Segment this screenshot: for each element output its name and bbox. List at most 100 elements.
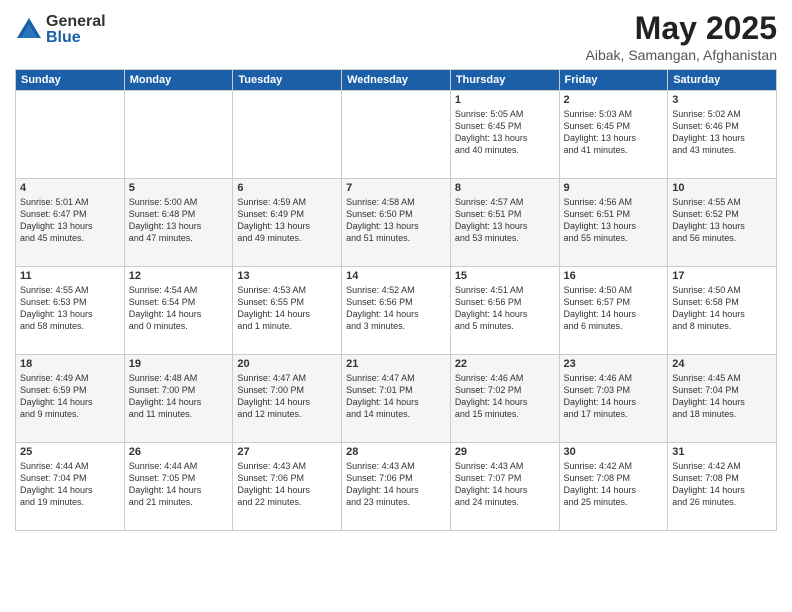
day-cell: 12 Sunrise: 4:54 AM Sunset: 6:54 PM Dayli… [124,267,233,355]
logo-text: General Blue [46,14,106,46]
day-number: 7 [346,182,446,194]
day-number: 15 [455,270,555,282]
day-info: Sunrise: 5:03 AM Sunset: 6:45 PM Dayligh… [564,108,664,157]
day-number: 2 [564,94,664,106]
day-number: 3 [672,94,772,106]
day-info: Sunrise: 4:43 AM Sunset: 7:06 PM Dayligh… [237,460,337,509]
day-number: 29 [455,446,555,458]
weekday-header-thursday: Thursday [450,70,559,91]
day-info: Sunrise: 5:02 AM Sunset: 6:46 PM Dayligh… [672,108,772,157]
month-title: May 2025 [586,10,777,47]
day-info: Sunrise: 4:44 AM Sunset: 7:05 PM Dayligh… [129,460,229,509]
logo-icon [15,16,43,44]
day-info: Sunrise: 4:54 AM Sunset: 6:54 PM Dayligh… [129,284,229,333]
day-number: 10 [672,182,772,194]
day-number: 9 [564,182,664,194]
day-cell [124,91,233,179]
week-row-5: 25 Sunrise: 4:44 AM Sunset: 7:04 PM Dayli… [16,443,777,531]
day-number: 6 [237,182,337,194]
day-cell: 20 Sunrise: 4:47 AM Sunset: 7:00 PM Dayli… [233,355,342,443]
day-info: Sunrise: 4:53 AM Sunset: 6:55 PM Dayligh… [237,284,337,333]
day-info: Sunrise: 4:42 AM Sunset: 7:08 PM Dayligh… [564,460,664,509]
day-cell: 3 Sunrise: 5:02 AM Sunset: 6:46 PM Daylig… [668,91,777,179]
weekday-header-monday: Monday [124,70,233,91]
day-cell: 7Sunrise: 4:58 AM Sunset: 6:50 PM Daylig… [342,179,451,267]
day-number: 19 [129,358,229,370]
day-cell: 1 Sunrise: 5:05 AM Sunset: 6:45 PM Daylig… [450,91,559,179]
day-info: Sunrise: 4:50 AM Sunset: 6:57 PM Dayligh… [564,284,664,333]
day-info: Sunrise: 4:52 AM Sunset: 6:56 PM Dayligh… [346,284,446,333]
day-info: Sunrise: 4:43 AM Sunset: 7:06 PM Dayligh… [346,460,446,509]
day-info: Sunrise: 4:57 AM Sunset: 6:51 PM Dayligh… [455,196,555,245]
day-number: 26 [129,446,229,458]
day-info: Sunrise: 5:01 AM Sunset: 6:47 PM Dayligh… [20,196,120,245]
day-cell: 22Sunrise: 4:46 AM Sunset: 7:02 PM Dayli… [450,355,559,443]
day-info: Sunrise: 4:42 AM Sunset: 7:08 PM Dayligh… [672,460,772,509]
day-info: Sunrise: 4:43 AM Sunset: 7:07 PM Dayligh… [455,460,555,509]
day-number: 13 [237,270,337,282]
day-number: 25 [20,446,120,458]
day-info: Sunrise: 4:44 AM Sunset: 7:04 PM Dayligh… [20,460,120,509]
day-number: 17 [672,270,772,282]
weekday-header-saturday: Saturday [668,70,777,91]
day-number: 27 [237,446,337,458]
day-info: Sunrise: 4:46 AM Sunset: 7:02 PM Dayligh… [455,372,555,421]
day-cell: 13 Sunrise: 4:53 AM Sunset: 6:55 PM Dayli… [233,267,342,355]
day-cell: 25 Sunrise: 4:44 AM Sunset: 7:04 PM Dayli… [16,443,125,531]
day-number: 18 [20,358,120,370]
day-info: Sunrise: 4:59 AM Sunset: 6:49 PM Dayligh… [237,196,337,245]
week-row-1: 1 Sunrise: 5:05 AM Sunset: 6:45 PM Daylig… [16,91,777,179]
calendar-table: SundayMondayTuesdayWednesdayThursdayFrid… [15,69,777,531]
day-number: 4 [20,182,120,194]
day-info: Sunrise: 4:45 AM Sunset: 7:04 PM Dayligh… [672,372,772,421]
day-cell: 27 Sunrise: 4:43 AM Sunset: 7:06 PM Dayli… [233,443,342,531]
day-cell: 23 Sunrise: 4:46 AM Sunset: 7:03 PM Dayli… [559,355,668,443]
day-info: Sunrise: 4:55 AM Sunset: 6:53 PM Dayligh… [20,284,120,333]
title-section: May 2025 Aibak, Samangan, Afghanistan [586,10,777,63]
logo: General Blue [15,14,106,46]
day-cell: 6 Sunrise: 4:59 AM Sunset: 6:49 PM Daylig… [233,179,342,267]
day-cell: 18 Sunrise: 4:49 AM Sunset: 6:59 PM Dayli… [16,355,125,443]
weekday-header-wednesday: Wednesday [342,70,451,91]
day-info: Sunrise: 5:00 AM Sunset: 6:48 PM Dayligh… [129,196,229,245]
logo-blue: Blue [46,30,106,46]
day-info: Sunrise: 4:50 AM Sunset: 6:58 PM Dayligh… [672,284,772,333]
day-number: 8 [455,182,555,194]
day-info: Sunrise: 4:46 AM Sunset: 7:03 PM Dayligh… [564,372,664,421]
day-cell: 15 Sunrise: 4:51 AM Sunset: 6:56 PM Dayli… [450,267,559,355]
week-row-3: 11 Sunrise: 4:55 AM Sunset: 6:53 PM Dayli… [16,267,777,355]
day-number: 24 [672,358,772,370]
day-cell: 10Sunrise: 4:55 AM Sunset: 6:52 PM Dayli… [668,179,777,267]
day-cell: 2 Sunrise: 5:03 AM Sunset: 6:45 PM Daylig… [559,91,668,179]
day-cell: 14 Sunrise: 4:52 AM Sunset: 6:56 PM Dayli… [342,267,451,355]
day-info: Sunrise: 4:51 AM Sunset: 6:56 PM Dayligh… [455,284,555,333]
day-number: 30 [564,446,664,458]
day-info: Sunrise: 4:47 AM Sunset: 7:01 PM Dayligh… [346,372,446,421]
day-number: 11 [20,270,120,282]
week-row-4: 18 Sunrise: 4:49 AM Sunset: 6:59 PM Dayli… [16,355,777,443]
day-cell: 26 Sunrise: 4:44 AM Sunset: 7:05 PM Dayli… [124,443,233,531]
weekday-header-row: SundayMondayTuesdayWednesdayThursdayFrid… [16,70,777,91]
day-info: Sunrise: 5:05 AM Sunset: 6:45 PM Dayligh… [455,108,555,157]
day-cell: 31Sunrise: 4:42 AM Sunset: 7:08 PM Dayli… [668,443,777,531]
day-number: 1 [455,94,555,106]
day-cell: 5 Sunrise: 5:00 AM Sunset: 6:48 PM Daylig… [124,179,233,267]
day-cell: 4 Sunrise: 5:01 AM Sunset: 6:47 PM Daylig… [16,179,125,267]
day-cell: 17 Sunrise: 4:50 AM Sunset: 6:58 PM Dayli… [668,267,777,355]
day-cell [342,91,451,179]
day-number: 12 [129,270,229,282]
day-cell: 29 Sunrise: 4:43 AM Sunset: 7:07 PM Dayli… [450,443,559,531]
day-cell: 8 Sunrise: 4:57 AM Sunset: 6:51 PM Daylig… [450,179,559,267]
day-number: 5 [129,182,229,194]
day-info: Sunrise: 4:56 AM Sunset: 6:51 PM Dayligh… [564,196,664,245]
day-cell: 9 Sunrise: 4:56 AM Sunset: 6:51 PM Daylig… [559,179,668,267]
location-title: Aibak, Samangan, Afghanistan [586,47,777,63]
weekday-header-friday: Friday [559,70,668,91]
day-info: Sunrise: 4:49 AM Sunset: 6:59 PM Dayligh… [20,372,120,421]
day-cell: 28Sunrise: 4:43 AM Sunset: 7:06 PM Dayli… [342,443,451,531]
day-number: 23 [564,358,664,370]
day-info: Sunrise: 4:47 AM Sunset: 7:00 PM Dayligh… [237,372,337,421]
day-number: 20 [237,358,337,370]
day-cell [16,91,125,179]
day-number: 14 [346,270,446,282]
